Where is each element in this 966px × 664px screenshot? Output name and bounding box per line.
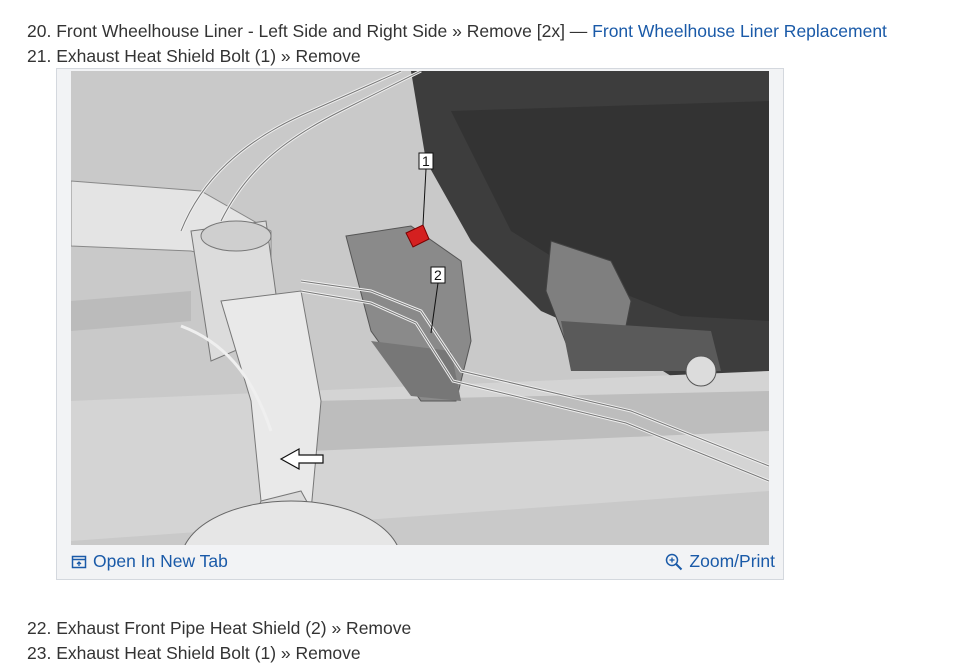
figure-container: 1 2 Open In New Tab Zoom/Print <box>56 68 784 580</box>
zoom-magnifier-icon <box>666 553 683 570</box>
exhaust-heat-shield-illustration[interactable]: 1 2 <box>71 71 769 545</box>
illustration-drawing: 1 2 <box>71 71 769 545</box>
step-21: 21. Exhaust Heat Shield Bolt (1) » Remov… <box>27 46 361 66</box>
open-new-tab-icon <box>71 555 87 568</box>
callout-2-label: 2 <box>434 267 442 283</box>
open-in-new-tab-button[interactable]: Open In New Tab <box>71 551 228 572</box>
step-23: 23. Exhaust Heat Shield Bolt (1) » Remov… <box>27 643 361 663</box>
step-20: 20. Front Wheelhouse Liner - Left Side a… <box>27 20 887 42</box>
open-in-new-tab-label: Open In New Tab <box>93 551 228 571</box>
callout-1-label: 1 <box>422 153 430 169</box>
wheelhouse-liner-link[interactable]: Front Wheelhouse Liner Replacement <box>592 21 887 41</box>
step-20-text: 20. Front Wheelhouse Liner - Left Side a… <box>27 21 593 41</box>
zoom-print-button[interactable]: Zoom/Print <box>665 551 775 572</box>
step-22: 22. Exhaust Front Pipe Heat Shield (2) »… <box>27 618 412 638</box>
zoom-print-label: Zoom/Print <box>689 551 775 571</box>
figure-toolbar: Open In New Tab Zoom/Print <box>57 547 783 579</box>
